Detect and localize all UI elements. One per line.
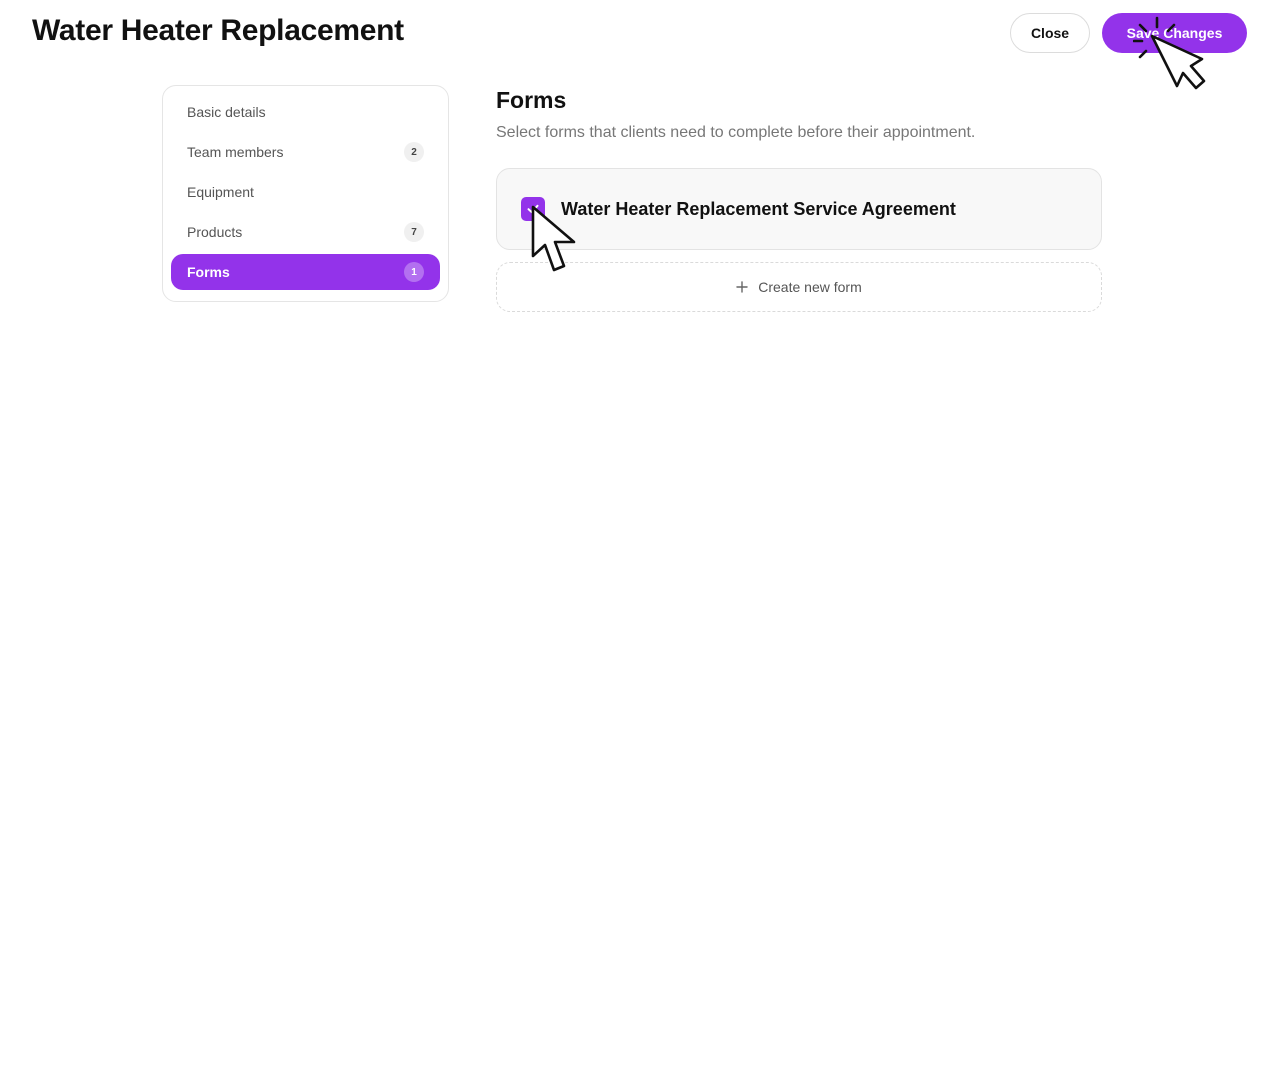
close-button[interactable]: Close bbox=[1010, 13, 1090, 53]
sidebar-item-forms[interactable]: Forms 1 bbox=[171, 254, 440, 290]
create-new-form-label: Create new form bbox=[758, 279, 862, 295]
sidebar-item-label: Basic details bbox=[187, 104, 266, 120]
sidebar-item-products[interactable]: Products 7 bbox=[171, 214, 440, 250]
page: Water Heater Replacement Close Save Chan… bbox=[0, 0, 1276, 1083]
sidebar-item-basic-details[interactable]: Basic details bbox=[171, 94, 440, 130]
check-icon bbox=[527, 204, 539, 214]
form-option-card[interactable]: Water Heater Replacement Service Agreeme… bbox=[496, 168, 1102, 250]
form-label: Water Heater Replacement Service Agreeme… bbox=[561, 198, 956, 219]
page-title: Water Heater Replacement bbox=[32, 14, 404, 47]
sidebar-item-label: Equipment bbox=[187, 184, 254, 200]
sidebar-item-label: Team members bbox=[187, 144, 284, 160]
save-changes-button[interactable]: Save Changes bbox=[1102, 13, 1247, 53]
create-new-form-button[interactable]: Create new form bbox=[496, 262, 1102, 312]
sidebar-item-label: Products bbox=[187, 224, 243, 240]
sidebar-item-equipment[interactable]: Equipment bbox=[171, 174, 440, 210]
count-badge: 7 bbox=[404, 222, 424, 242]
sidebar-item-team-members[interactable]: Team members 2 bbox=[171, 134, 440, 170]
section-subtitle: Select forms that clients need to comple… bbox=[496, 124, 976, 141]
sidebar-nav: Basic details Team members 2 Equipment P… bbox=[162, 85, 449, 302]
count-badge: 1 bbox=[404, 262, 424, 282]
plus-icon bbox=[736, 281, 748, 293]
form-checkbox[interactable] bbox=[521, 197, 545, 221]
section-title: Forms bbox=[496, 87, 567, 113]
count-badge: 2 bbox=[404, 142, 424, 162]
sidebar-item-label: Forms bbox=[187, 264, 230, 280]
